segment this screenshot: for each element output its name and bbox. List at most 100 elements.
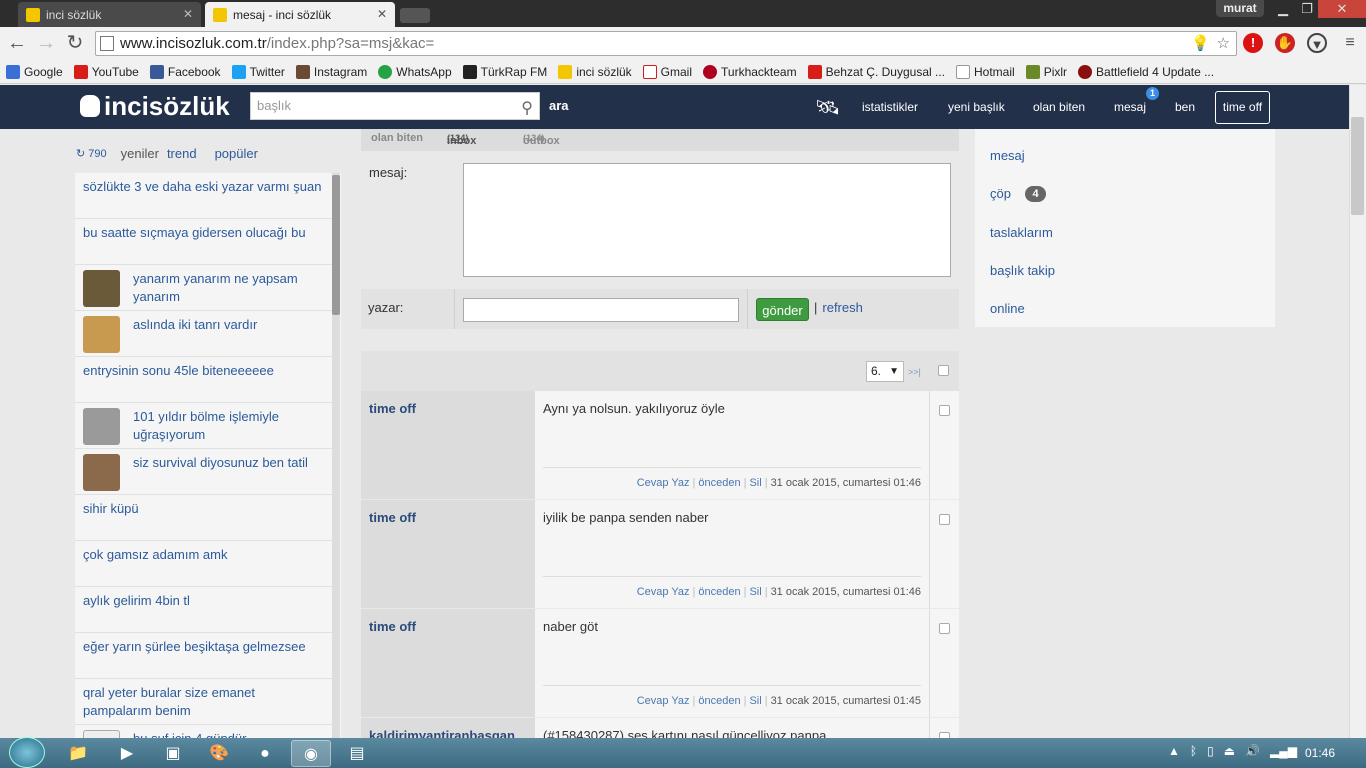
nav-mesaj[interactable]: mesaj [1114,100,1146,114]
history-link[interactable]: önceden [698,695,740,707]
page-scrollbar-thumb[interactable] [1351,117,1364,215]
volume-icon[interactable]: 🔊 [1245,744,1260,758]
nav-ben[interactable]: ben [1175,100,1195,114]
bookmark-inci[interactable]: inci sözlük [558,64,632,79]
bookmark-youtube[interactable]: YouTube [73,64,139,79]
bluetooth-icon[interactable]: ᛒ [1190,744,1197,758]
nav-istatistikler[interactable]: istatistikler [862,100,918,114]
search-input[interactable]: başlık ⚲ [250,92,540,120]
sidebar-item-mesaj[interactable]: mesaj [990,148,1025,163]
message-checkbox[interactable] [939,514,950,525]
bookmark-whatsapp[interactable]: WhatsApp [378,64,452,79]
list-item[interactable]: aslında iki tanrı vardır [75,311,332,357]
address-bar[interactable]: www.incisozluk.com.tr/index.php?sa=msj&k… [95,31,1237,56]
list-item[interactable]: sihir küpü [75,495,332,541]
message-author[interactable]: kaldirimyantiranbasgan [361,718,535,738]
usb-icon[interactable]: ⏏ [1224,744,1235,758]
paint-icon[interactable]: 🎨 [199,740,239,767]
network-icon[interactable]: ▂▄▆ [1270,744,1297,758]
tab-trend[interactable]: trend [167,146,197,161]
list-item[interactable]: yanarım yanarım ne yapsam yanarım [75,265,332,311]
last-page-link[interactable]: >>| [908,367,921,377]
media-player-icon[interactable]: ▶ [107,740,147,767]
device-icon[interactable]: ▯ [1207,744,1214,758]
explorer-icon[interactable]: 📁 [58,740,98,767]
back-arrow-icon[interactable]: ← [5,31,29,55]
message-author[interactable]: time off [361,391,535,499]
profile-button[interactable]: time off [1215,91,1270,124]
list-item[interactable]: siz survival diyosunuz ben tatil [75,449,332,495]
reload-icon[interactable]: ↻ [63,31,87,55]
search-button[interactable]: ara [549,98,569,113]
sidebar-item-baslik-takip[interactable]: başlık takip [990,263,1055,278]
tab-inbox[interactable]: inbox (134) [447,132,476,147]
history-link[interactable]: önceden [698,477,740,489]
sidebar-item-taslaklarim[interactable]: taslaklarım [990,225,1053,240]
lightbulb-icon[interactable]: 💡 [1191,32,1210,55]
message-textarea[interactable] [463,163,951,277]
close-window-icon[interactable]: ✕ [1318,0,1366,18]
bookmark-turkrap[interactable]: TürkRap FM [462,64,547,79]
list-item[interactable]: qral yeter buralar size emanet pampaları… [75,679,332,725]
new-tab-button[interactable] [400,8,430,23]
profile-name[interactable]: murat [1216,0,1264,17]
tray-expand-icon[interactable]: ▲ [1168,744,1180,758]
bookmark-gmail[interactable]: Gmail [642,64,692,79]
select-all-checkbox[interactable] [938,365,949,376]
delete-link[interactable]: Sil [749,586,761,598]
clock[interactable]: 01:46 [1305,746,1335,760]
list-item[interactable]: eğer yarın şürlee beşiktaşa gelmezsee [75,633,332,679]
game-icon[interactable]: ● [245,740,285,767]
sidebar-item-online[interactable]: online [990,301,1025,316]
tab-olan-biten[interactable]: olan biten [371,132,423,144]
message-author[interactable]: time off [361,500,535,608]
delete-link[interactable]: Sil [749,695,761,707]
list-item[interactable]: entrysinin sonu 45le biteneeeeee [75,357,332,403]
satellite-icon[interactable]: 🛰 [815,95,840,120]
delete-link[interactable]: Sil [749,477,761,489]
list-item[interactable]: aylık gelirim 4bin tl [75,587,332,633]
star-icon[interactable]: ☆ [1217,32,1230,55]
bookmark-battlefield[interactable]: Battlefield 4 Update ... [1078,64,1214,79]
list-item[interactable]: çok gamsız adamım amk [75,541,332,587]
minimize-icon[interactable]: ▁ [1270,0,1296,18]
reply-link[interactable]: Cevap Yaz [637,477,690,489]
sidebar-item-cop[interactable]: çöp [990,186,1011,201]
list-item[interactable]: 101 yıldır bölme işlemiyle uğraşıyorum [75,403,332,449]
close-tab-icon[interactable]: ✕ [183,7,193,21]
list-item[interactable]: sözlükte 3 ve daha eski yazar varmı şuan [75,173,332,219]
search-icon[interactable]: ⚲ [521,96,533,122]
tab-yeniler[interactable]: yeniler [121,146,159,161]
refresh-link[interactable]: | refresh [814,300,863,315]
bookmark-pixlr[interactable]: Pixlr [1025,64,1067,79]
message-author[interactable]: time off [361,609,535,717]
menu-icon[interactable]: ≡ [1338,31,1362,55]
page-select[interactable]: 6. ▼ [866,361,904,382]
start-button-icon[interactable] [9,737,45,768]
bookmark-google[interactable]: Google [6,64,63,79]
restore-icon[interactable]: ❐ [1296,0,1318,18]
bookmark-instagram[interactable]: Instagram [295,64,367,79]
nav-yeni-baslik[interactable]: yeni başlık [948,100,1005,114]
tab-populer[interactable]: popüler [215,146,258,161]
history-link[interactable]: önceden [698,586,740,598]
browser-tab-mesaj[interactable]: mesaj - inci sözlük ✕ [205,2,395,27]
reply-link[interactable]: Cevap Yaz [637,586,690,598]
message-checkbox[interactable] [939,623,950,634]
winrar-icon[interactable]: ▤ [337,740,377,767]
adblock-icon[interactable]: ! [1243,33,1263,53]
list-scrollbar-thumb[interactable] [332,175,340,315]
bookmark-turkhackteam[interactable]: Turkhackteam [703,64,797,79]
list-item[interactable]: bu saatte sıçmaya gidersen olucağı bu [75,219,332,265]
browser-tab-inci[interactable]: inci sözlük ✕ [18,2,201,27]
tab-outbox[interactable]: outbox (134) [523,132,560,147]
app-icon[interactable]: ▣ [153,740,193,767]
close-tab-icon[interactable]: ✕ [377,7,387,21]
chrome-icon[interactable]: ◉ [291,740,331,767]
nav-olan-biten[interactable]: olan biten [1033,100,1085,114]
author-input[interactable] [463,298,739,322]
reply-link[interactable]: Cevap Yaz [637,695,690,707]
site-logo[interactable]: incisözlük [80,88,230,124]
refresh-count[interactable]: ↻ 790 [76,147,107,160]
bookmark-hotmail[interactable]: Hotmail [956,64,1015,79]
